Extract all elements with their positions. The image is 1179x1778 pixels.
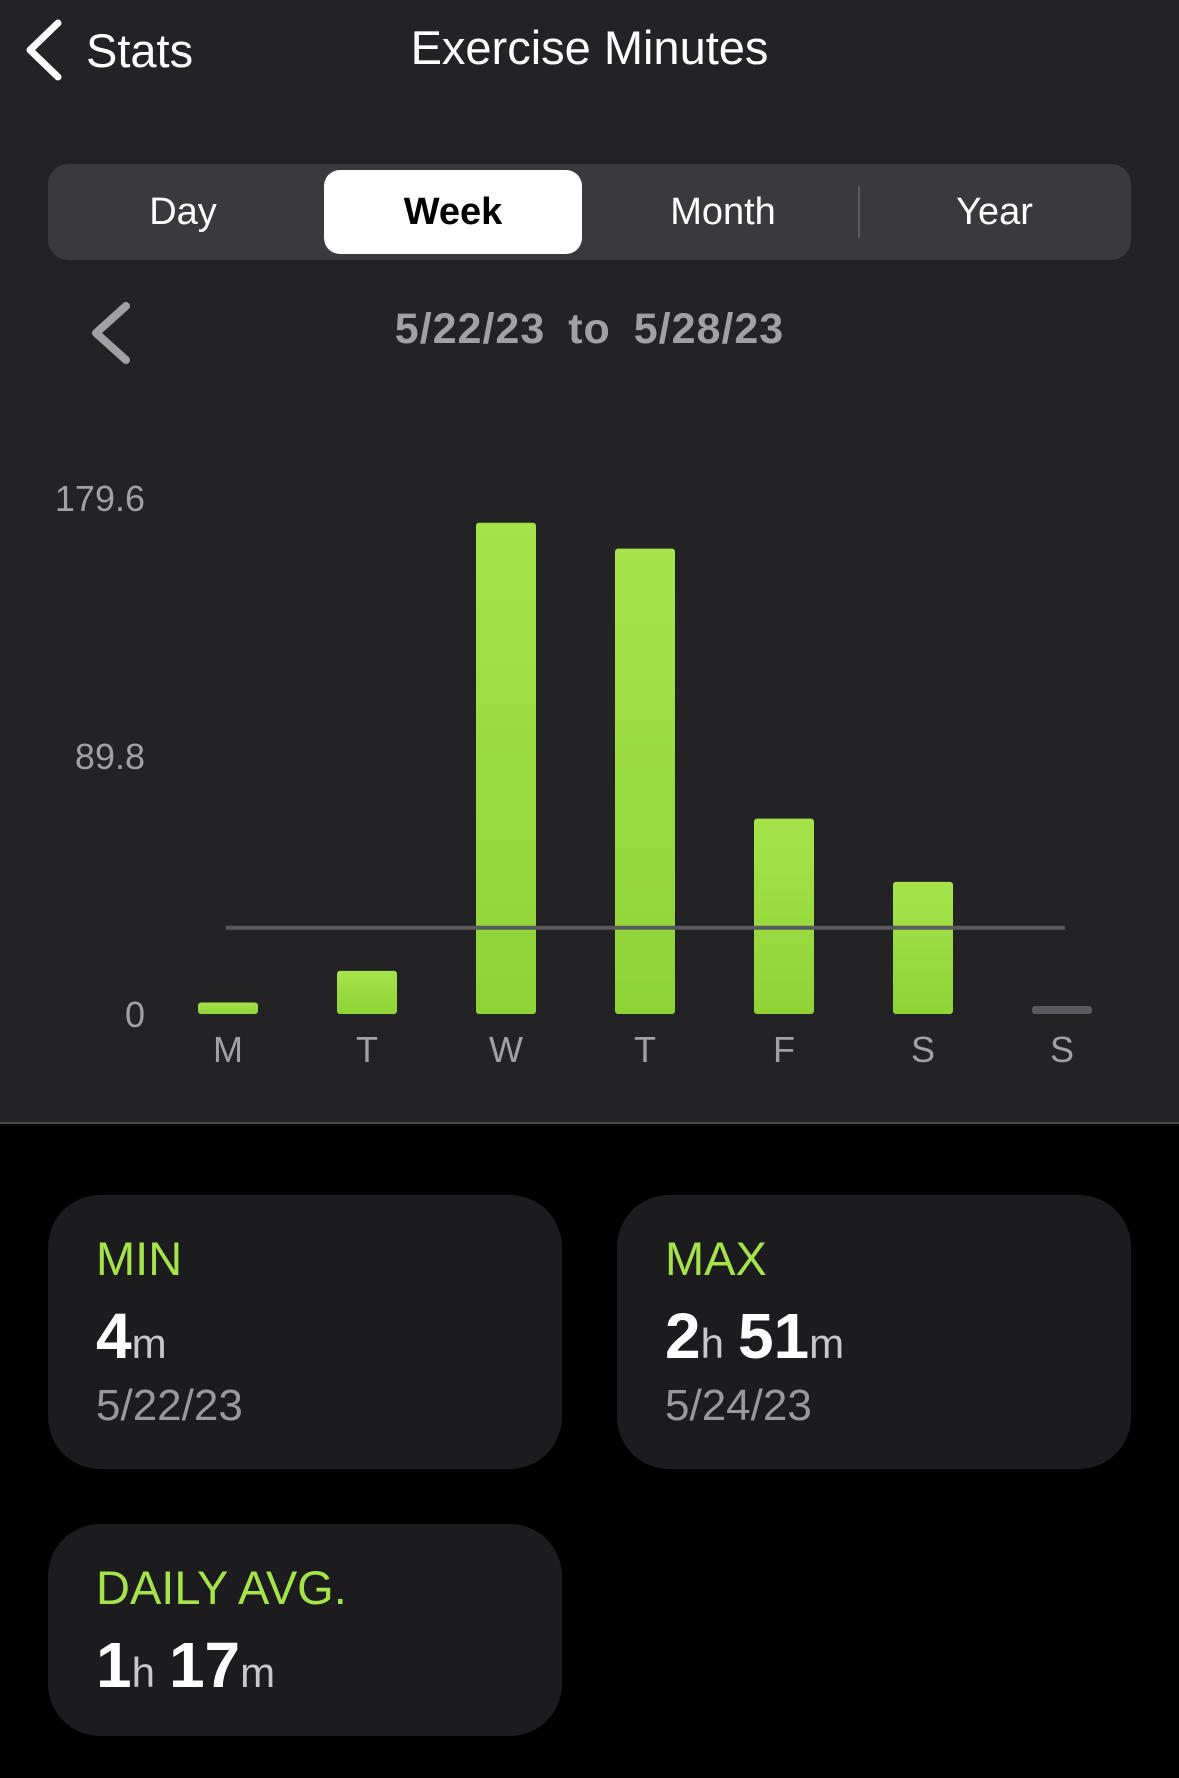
min-minutes-unit: m — [131, 1320, 167, 1367]
y-tick-label: 179.6 — [55, 478, 145, 519]
bar[interactable] — [337, 970, 397, 1014]
min-card: MIN 4m 5/22/23 — [48, 1195, 562, 1469]
max-minutes-unit: m — [809, 1320, 845, 1367]
y-tick-label: 0 — [125, 994, 145, 1035]
bar[interactable] — [615, 548, 675, 1014]
max-label: MAX — [665, 1232, 767, 1285]
y-tick-label: 89.8 — [75, 736, 145, 777]
x-tick-label: F — [773, 1029, 795, 1070]
x-tick-label: W — [489, 1029, 523, 1070]
tab-year[interactable]: Year — [864, 170, 1125, 254]
min-minutes: 4 — [96, 1300, 132, 1372]
bar[interactable] — [893, 881, 953, 1014]
min-label: MIN — [96, 1232, 183, 1285]
exercise-bar-chart: 179.6 89.8 0 M T W T F S S — [55, 478, 1092, 1070]
range-start: 5/22/23 — [394, 305, 546, 353]
avg-minutes-unit: m — [240, 1649, 276, 1696]
x-tick-label: S — [911, 1029, 935, 1070]
min-value: 4m — [96, 1299, 167, 1373]
bar[interactable] — [476, 522, 536, 1014]
x-tick-label: S — [1050, 1029, 1074, 1070]
x-tick-label: T — [634, 1029, 656, 1070]
avg-minutes: 17 — [168, 1629, 241, 1701]
daily-avg-label: DAILY AVG. — [96, 1561, 347, 1614]
tab-month[interactable]: Month — [594, 170, 852, 254]
date-range: 5/22/23 to 5/28/23 — [0, 305, 1179, 354]
avg-hours: 1 — [96, 1629, 132, 1701]
avg-hours-unit: h — [131, 1649, 155, 1696]
segment-divider — [858, 186, 860, 238]
x-tick-label: M — [213, 1029, 243, 1070]
period-segmented-control: Day Week Month Year — [48, 164, 1131, 260]
page-title: Exercise Minutes — [410, 21, 769, 74]
bar[interactable] — [754, 818, 814, 1014]
max-hours-unit: h — [700, 1320, 724, 1367]
max-date: 5/24/23 — [665, 1381, 812, 1430]
max-hours: 2 — [665, 1300, 701, 1372]
bar[interactable] — [1032, 1006, 1092, 1014]
max-minutes: 51 — [737, 1300, 810, 1372]
range-end: 5/28/23 — [633, 305, 785, 353]
daily-avg-card: DAILY AVG. 1h 17m — [48, 1524, 562, 1736]
tab-week[interactable]: Week — [324, 170, 582, 254]
daily-avg-value: 1h 17m — [96, 1628, 275, 1702]
max-value: 2h 51m — [665, 1299, 844, 1373]
max-card: MAX 2h 51m 5/24/23 — [617, 1195, 1131, 1469]
divider — [0, 1122, 1179, 1124]
x-tick-label: T — [356, 1029, 378, 1070]
min-date: 5/22/23 — [96, 1381, 243, 1430]
range-joiner: to — [568, 305, 611, 353]
tab-day[interactable]: Day — [54, 170, 312, 254]
bar[interactable] — [198, 1002, 258, 1014]
